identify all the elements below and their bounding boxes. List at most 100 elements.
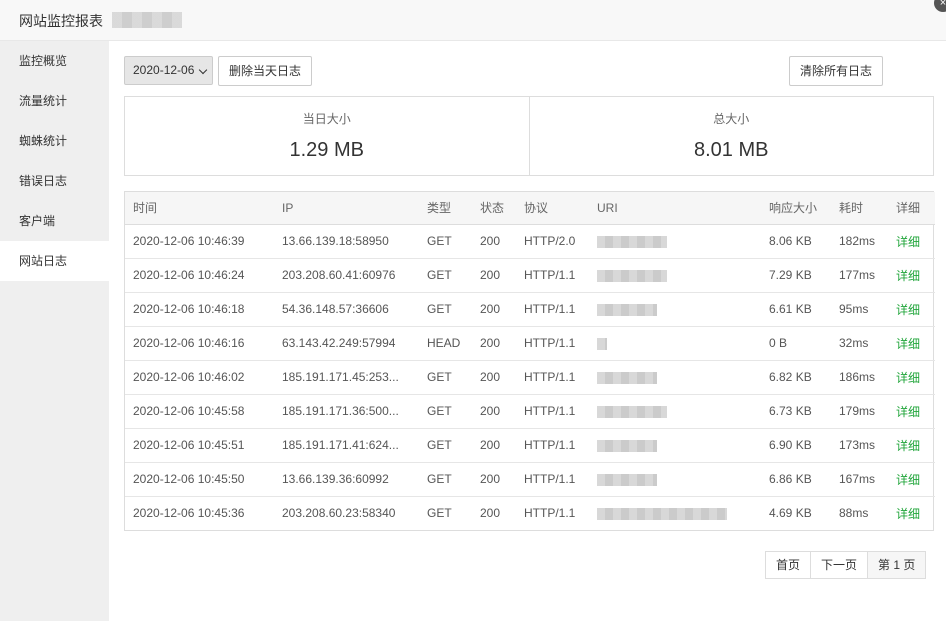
sidebar-item-error-log[interactable]: 错误日志 [0,161,109,201]
cell-status: 200 [472,360,516,395]
cell-size: 7.29 KB [761,258,831,293]
pagination: 首页 下一页 第 1 页 [765,551,927,579]
cell-size: 4.69 KB [769,506,812,521]
cell-time: 2020-12-06 10:45:50 [125,462,274,497]
cell-time: 2020-12-06 10:45:36 [133,506,245,521]
table-row: 2020-12-06 10:45:58 185.191.171.36:500...… [125,394,935,429]
uri-redacted [597,337,607,350]
table-row: 2020-12-06 10:45:50 13.66.139.36:60992 GET… [125,462,935,497]
sidebar-item-spider[interactable]: 蜘蛛统计 [0,121,109,161]
cell-status: 200 [472,258,516,293]
detail-link[interactable]: 详细 [888,496,935,530]
uri-redacted [597,235,667,248]
detail-link[interactable]: 详细 [888,258,935,293]
stat-today: 当日大小 1.29 MB [125,97,529,175]
cell-size: 8.06 KB [761,224,831,259]
window-titlebar: 网站监控报表 [0,0,946,41]
cell-status: 200 [472,292,516,327]
detail-link[interactable]: 详细 [888,224,935,259]
table-header-row: 时间 IP 类型 状态 协议 URI 响应大小 耗时 详细 [125,192,935,225]
cell-ip: 54.36.148.57:36606 [274,292,419,327]
cell-duration: 186ms [831,360,888,395]
main-content: 2020-12-06 删除当天日志 清除所有日志 当日大小 1.29 MB 总大… [109,41,946,621]
cell-ip: 185.191.171.45:253... [274,360,419,395]
cell-size: 6.73 KB [761,394,831,429]
table-row: 2020-12-06 10:46:02 185.191.171.45:253...… [125,360,935,395]
cell-duration: 95ms [831,292,888,327]
cell-time: 2020-12-06 10:46:02 [125,360,274,395]
table-row: 2020-12-06 10:46:18 54.36.148.57:36606 GET… [125,292,935,327]
cell-ip: 203.208.60.23:58340 [282,506,396,521]
sidebar-item-overview[interactable]: 监控概览 [0,41,109,81]
detail-link[interactable]: 详细 [888,326,935,361]
cell-time: 2020-12-06 10:45:58 [125,394,274,429]
first-page-button[interactable]: 首页 [766,552,810,578]
cell-time: 2020-12-06 10:46:24 [125,258,274,293]
col-header-time: 时间 [125,192,274,225]
sidebar-item-traffic[interactable]: 流量统计 [0,81,109,121]
delete-day-log-button[interactable]: 删除当天日志 [218,56,312,86]
cell-time: 2020-12-06 10:45:51 [125,428,274,463]
cell-duration: 32ms [831,326,888,361]
cell-size: 6.90 KB [761,428,831,463]
detail-link[interactable]: 详细 [888,360,935,395]
date-select[interactable]: 2020-12-06 [124,56,213,85]
cell-protocol: HTTP/1.1 [516,428,589,463]
cell-size: 6.86 KB [761,462,831,497]
site-name-redacted [112,12,182,28]
cell-ip: 185.191.171.41:624... [274,428,419,463]
cell-protocol: HTTP/1.1 [516,462,589,497]
cell-protocol: HTTP/1.1 [516,360,589,395]
cell-uri [589,326,761,361]
cell-time: 2020-12-06 10:46:16 [125,326,274,361]
uri-redacted [597,405,667,418]
next-page-button[interactable]: 下一页 [810,552,867,578]
stat-total-label: 总大小 [713,112,750,126]
cell-ip: 203.208.60.41:60976 [274,258,419,293]
cell-type: GET [419,394,472,429]
cell-protocol: HTTP/2.0 [516,224,589,259]
sidebar-item-client[interactable]: 客户端 [0,201,109,241]
cell-uri [589,224,761,259]
cell-duration: 88ms [839,506,869,521]
cell-protocol: HTTP/1.1 [516,258,589,293]
cell-size: 6.61 KB [761,292,831,327]
col-header-size: 响应大小 [761,192,831,225]
detail-link[interactable]: 详细 [888,394,935,429]
cell-protocol: HTTP/1.1 [516,292,589,327]
table-row: 2020-12-06 10:46:39 13.66.139.18:58950 GET… [125,224,935,259]
cell-type: GET [419,428,472,463]
cell-type: GET [419,292,472,327]
cell-time: 2020-12-06 10:46:39 [125,224,274,259]
detail-link[interactable]: 详细 [888,462,935,497]
cell-duration: 182ms [831,224,888,259]
cell-duration: 179ms [831,394,888,429]
table-row: 2020-12-06 10:45:51 185.191.171.41:624...… [125,428,935,463]
cell-duration: 177ms [831,258,888,293]
cell-type: GET [419,224,472,259]
cell-protocol: HTTP/1.1 [516,326,589,361]
chevron-down-icon [198,65,208,75]
current-page-label: 第 1 页 [867,552,926,578]
cell-uri [589,496,761,530]
cell-type: GET [427,506,452,521]
date-select-value: 2020-12-06 [133,63,195,77]
uri-redacted [597,473,657,486]
cell-size: 0 B [761,326,831,361]
cell-ip: 13.66.139.18:58950 [274,224,419,259]
stat-today-value: 1.29 MB [289,139,364,161]
cell-uri [589,394,761,429]
col-header-ip: IP [274,192,419,225]
detail-link[interactable]: 详细 [888,428,935,463]
sidebar-item-site-log[interactable]: 网站日志 [0,241,109,281]
cell-time: 2020-12-06 10:46:18 [125,292,274,327]
detail-link[interactable]: 详细 [888,292,935,327]
cell-uri [589,258,761,293]
cell-ip: 185.191.171.36:500... [274,394,419,429]
log-size-stats: 当日大小 1.29 MB 总大小 8.01 MB [124,96,934,176]
cell-status: 200 [472,462,516,497]
col-header-duration: 耗时 [831,192,888,225]
cell-duration: 173ms [831,428,888,463]
cell-status: 200 [472,326,516,361]
clear-all-logs-button[interactable]: 清除所有日志 [789,56,883,86]
